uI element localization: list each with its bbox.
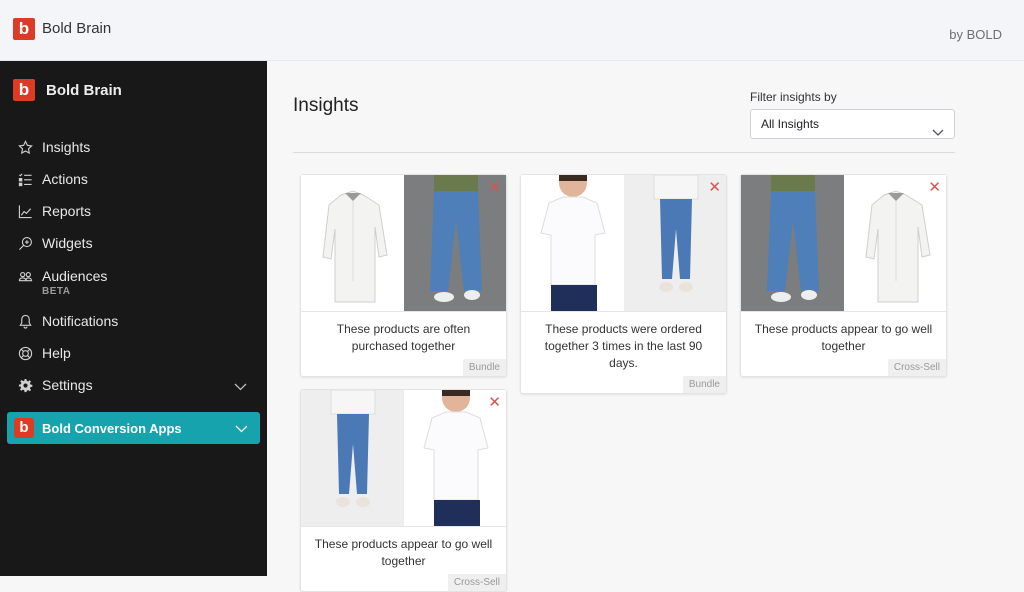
insight-tag: Cross-Sell xyxy=(887,359,946,376)
star-icon xyxy=(17,139,33,155)
sidebar-item-settings[interactable]: Settings xyxy=(0,369,267,401)
header-divider xyxy=(293,152,955,153)
chevron-down-icon[interactable] xyxy=(234,378,247,394)
insight-description: These products appear to go well togethe… xyxy=(754,322,933,353)
sidebar-item-help[interactable]: Help xyxy=(0,337,267,369)
sidebar-brand-name: Bold Brain xyxy=(46,81,122,99)
sidebar-item-label: Reports xyxy=(42,203,92,219)
chevron-down-icon xyxy=(932,119,944,147)
magnify-plus-icon xyxy=(17,235,33,251)
sidebar-item-audiences[interactable]: Audiences BETA xyxy=(0,259,267,305)
users-icon xyxy=(17,268,33,284)
insight-card[interactable]: ✕ These products appear to go well toget… xyxy=(300,389,507,592)
apps-button-label: Bold Conversion Apps xyxy=(42,420,182,436)
product-image-shirt xyxy=(301,175,404,311)
bold-conversion-apps-button[interactable]: b Bold Conversion Apps xyxy=(7,412,260,444)
insight-description: These products appear to go well togethe… xyxy=(314,537,493,568)
sidebar-nav: Insights Actions Reports Widgets Audienc… xyxy=(0,131,267,401)
filter-label: Filter insights by xyxy=(750,90,837,104)
sidebar-item-actions[interactable]: Actions xyxy=(0,163,267,195)
insight-card[interactable]: ✕ These products appear to go well toget… xyxy=(740,174,947,377)
sidebar-item-label: Widgets xyxy=(42,235,93,251)
insight-tag: Cross-Sell xyxy=(447,574,506,591)
bell-icon xyxy=(17,313,33,329)
bold-logo-icon: b xyxy=(14,418,34,438)
insight-tag: Bundle xyxy=(682,376,726,393)
dismiss-icon[interactable]: ✕ xyxy=(488,393,501,411)
insight-tag: Bundle xyxy=(462,359,506,376)
sidebar-item-label: Settings xyxy=(42,377,93,393)
filter-selected-value: All Insights xyxy=(761,117,820,131)
sidebar-item-insights[interactable]: Insights xyxy=(0,131,267,163)
sidebar-item-label: Actions xyxy=(42,171,88,187)
app-title: Bold Brain xyxy=(42,20,112,37)
sidebar-brand[interactable]: b Bold Brain xyxy=(13,79,122,101)
chevron-down-icon xyxy=(235,421,248,436)
lifebuoy-icon xyxy=(17,345,33,361)
filter-insights-select[interactable]: All Insights xyxy=(750,109,955,139)
dismiss-icon[interactable]: ✕ xyxy=(928,178,941,196)
insight-card[interactable]: ✕ These products were ordered together 3… xyxy=(520,174,727,394)
bold-logo-icon: b xyxy=(13,79,35,101)
by-bold-label: by BOLD xyxy=(949,27,1002,42)
checklist-icon xyxy=(17,171,33,187)
sidebar-item-notifications[interactable]: Notifications xyxy=(0,305,267,337)
main-content: Insights Filter insights by All Insights… xyxy=(267,61,1024,592)
sidebar-item-widgets[interactable]: Widgets xyxy=(0,227,267,259)
beta-badge: BETA xyxy=(42,286,71,297)
sidebar-item-label: Insights xyxy=(42,139,91,155)
sidebar: b Bold Brain Insights Actions Reports Wi… xyxy=(0,61,267,576)
dismiss-icon[interactable]: ✕ xyxy=(708,178,721,196)
sidebar-item-label: Help xyxy=(42,345,71,361)
sidebar-item-label: Audiences xyxy=(42,268,108,284)
insight-description: These products are often purchased toget… xyxy=(336,322,471,353)
top-bar: b Bold Brain by BOLD xyxy=(0,0,1024,61)
product-image-jeans xyxy=(741,175,844,311)
insight-card[interactable]: ✕ These products are often purchased tog… xyxy=(300,174,507,377)
line-chart-icon xyxy=(17,203,33,219)
dismiss-icon[interactable]: ✕ xyxy=(488,178,501,196)
sidebar-item-reports[interactable]: Reports xyxy=(0,195,267,227)
product-image-jeans xyxy=(301,390,404,526)
insight-description: These products were ordered together 3 t… xyxy=(544,322,703,370)
page-title: Insights xyxy=(293,95,359,116)
gear-icon xyxy=(17,377,33,393)
bold-logo-icon: b xyxy=(13,18,35,40)
product-image-tshirt xyxy=(521,175,624,311)
sidebar-item-label: Notifications xyxy=(42,313,119,329)
